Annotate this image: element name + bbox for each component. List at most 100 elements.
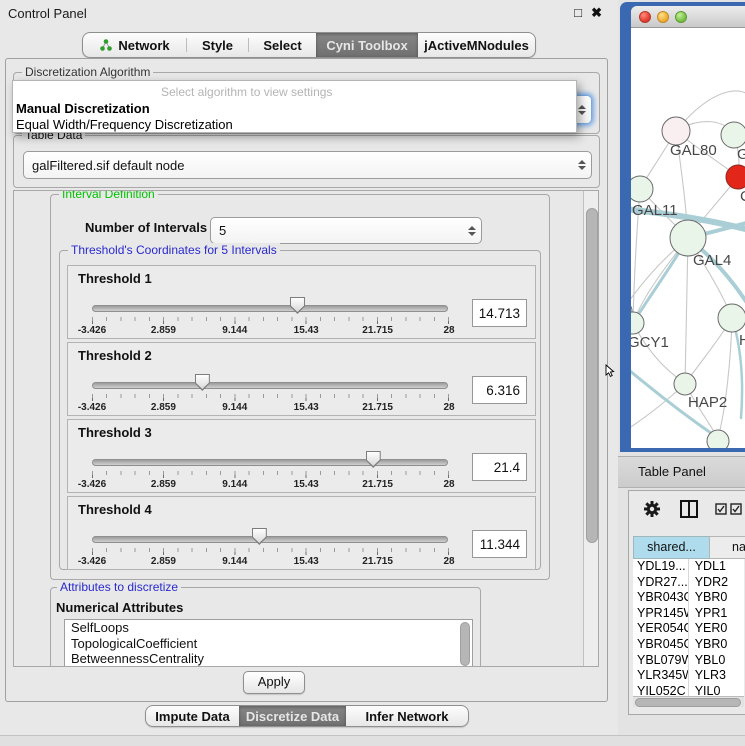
threshold-4-panel: Threshold 4 -3.426 2.859 9.144 15.43 21.… [67,496,536,570]
node-gal4[interactable] [670,220,706,256]
settings-scrollpane: Interval Definition Number of Intervals … [13,190,599,667]
checkbox-icon[interactable] [730,503,742,515]
gear-icon[interactable] [643,500,661,518]
threshold-2-slider-track[interactable] [92,382,448,389]
tab-style[interactable]: Style [187,33,248,57]
tick-label: 9.144 [222,479,247,490]
network-view-window: GAL80 GA C GAL11 GAL4 GCY1 H HAP2 [620,2,745,452]
network-canvas[interactable]: GAL80 GA C GAL11 GAL4 GCY1 H HAP2 [631,28,745,448]
node-gal80[interactable] [662,117,690,145]
tab-impute-data[interactable]: Impute Data [146,706,239,726]
close-icon[interactable]: ✖ [591,5,602,21]
list-scrollbar[interactable] [460,622,470,666]
node-gcy1[interactable] [631,312,644,334]
tab-cyni-toolbox[interactable]: Cyni Toolbox [316,33,418,57]
table-panel-titlebar: Table Panel [618,456,745,488]
threshold-1-panel: Threshold 1 -3.426 2.859 9.144 15.43 21.… [67,265,536,339]
network-window-titlebar[interactable] [631,6,745,28]
tab-cyni-toolbox-label: Cyni Toolbox [326,38,407,53]
combo-arrows-icon [463,226,481,236]
tab-jactivemnodules-label: jActiveMNodules [424,38,529,53]
node-bottom-partial[interactable] [707,430,729,448]
scrollbar-track[interactable] [583,191,599,666]
slider-ticks [92,317,449,325]
list-item[interactable]: SelfLoops [65,620,472,636]
table-body: YDL19...YDL1 YDR27...YDR2 YBR043CYBR0 YP… [633,559,744,699]
node-hap2[interactable] [674,373,696,395]
number-of-intervals-label: Number of Intervals [85,220,207,235]
tick-label: 2.859 [151,556,176,567]
table-row[interactable]: YDL19...YDL1 [633,559,744,575]
thresholds-group: Threshold's Coordinates for 5 Intervals … [59,250,541,570]
tick-label: -3.426 [78,556,106,567]
minimize-traffic-light[interactable] [657,11,669,23]
threshold-2-panel: Threshold 2 -3.426 2.859 9.144 15.43 21.… [67,342,536,416]
table-row[interactable]: YLR345WYLR3 [633,668,744,684]
slider-ticks [92,471,449,479]
node-ga[interactable] [721,122,745,148]
table-panel: shared... na YDL19...YDL1 YDR27...YDR2 Y… [628,490,745,715]
close-traffic-light[interactable] [639,11,651,23]
bottom-divider [0,735,745,746]
list-item[interactable]: TopologicalCoefficient [65,636,472,652]
slider-ticks [92,394,449,402]
tick-label: -3.426 [78,402,106,413]
popup-option-manual-discretization[interactable]: Manual Discretization [13,101,576,117]
node-red-selected[interactable] [726,165,745,189]
algorithm-dropdown-popup: Select algorithm to view settings Manual… [12,80,577,133]
tick-label: 21.715 [362,556,393,567]
tab-infer-network[interactable]: Infer Network [346,706,468,726]
threshold-3-slider-track[interactable] [92,459,448,466]
tick-label: -3.426 [78,325,106,336]
network-graph: GAL80 GA C GAL11 GAL4 GCY1 H HAP2 [631,28,745,448]
table-toolbar [629,491,745,531]
control-panel-titlebar: Control Panel □ ✖ [0,0,618,26]
threshold-2-value-field[interactable]: 6.316 [472,376,527,404]
tick-label: 2.859 [151,402,176,413]
popup-hint: Select algorithm to view settings [13,84,576,101]
list-item[interactable]: BetweennessCentrality [65,651,472,667]
table-panel-title: Table Panel [638,464,706,479]
tab-discretize-data[interactable]: Discretize Data [239,706,346,726]
tick-label: 28 [443,325,454,336]
table-row[interactable]: YBR045CYBR0 [633,637,744,653]
tick-label: 15.43 [294,402,319,413]
popup-option-equal-width-frequency[interactable]: Equal Width/Frequency Discretization [13,117,576,133]
mouse-cursor [605,364,617,378]
table-data-combobox[interactable]: galFiltered.sif default node [23,151,592,179]
float-window-icon[interactable]: □ [574,5,582,20]
table-row[interactable]: YBL079WYBL0 [633,653,744,669]
apply-button[interactable]: Apply [243,671,305,694]
split-columns-icon[interactable] [679,499,699,519]
table-row[interactable]: YBR043CYBR0 [633,590,744,606]
node-h[interactable] [718,304,745,332]
tab-network[interactable]: Network [83,33,186,57]
horizontal-scrollbar[interactable] [633,696,744,707]
threshold-1-value-field[interactable]: 14.713 [472,299,527,327]
threshold-4-slider-track[interactable] [92,536,448,543]
threshold-3-value-field[interactable]: 21.4 [472,453,527,481]
number-of-intervals-combobox[interactable]: 5 [210,217,482,244]
node-label: GAL80 [670,142,717,159]
network-icon [99,38,113,52]
threshold-4-value-field[interactable]: 11.344 [472,530,527,558]
table-row[interactable]: YER054CYER0 [633,621,744,637]
scrollbar-thumb[interactable] [586,208,598,543]
tick-label: 9.144 [222,402,247,413]
column-header-name[interactable]: na [709,536,745,559]
node-gal11[interactable] [631,176,653,202]
checkbox-icon[interactable] [715,503,727,515]
tab-jactivemnodules[interactable]: jActiveMNodules [418,33,535,57]
threshold-1-slider-track[interactable] [92,305,448,312]
tab-discretize-data-label: Discretize Data [246,709,339,724]
attributes-group-title: Attributes to discretize [57,580,181,594]
numerical-attributes-list: SelfLoops TopologicalCoefficient Between… [64,619,473,667]
column-header-shared-name[interactable]: shared... [633,536,710,559]
scrollbar-thumb[interactable] [635,698,741,707]
table-row[interactable]: YDR27...YDR2 [633,575,744,591]
table-row[interactable]: YPR145WYPR1 [633,606,744,622]
network-window-frame: GAL80 GA C GAL11 GAL4 GCY1 H HAP2 [631,6,745,448]
tab-select[interactable]: Select [249,33,316,57]
zoom-traffic-light[interactable] [675,11,687,23]
control-panel: Control Panel □ ✖ Network Style Select C… [0,0,618,745]
